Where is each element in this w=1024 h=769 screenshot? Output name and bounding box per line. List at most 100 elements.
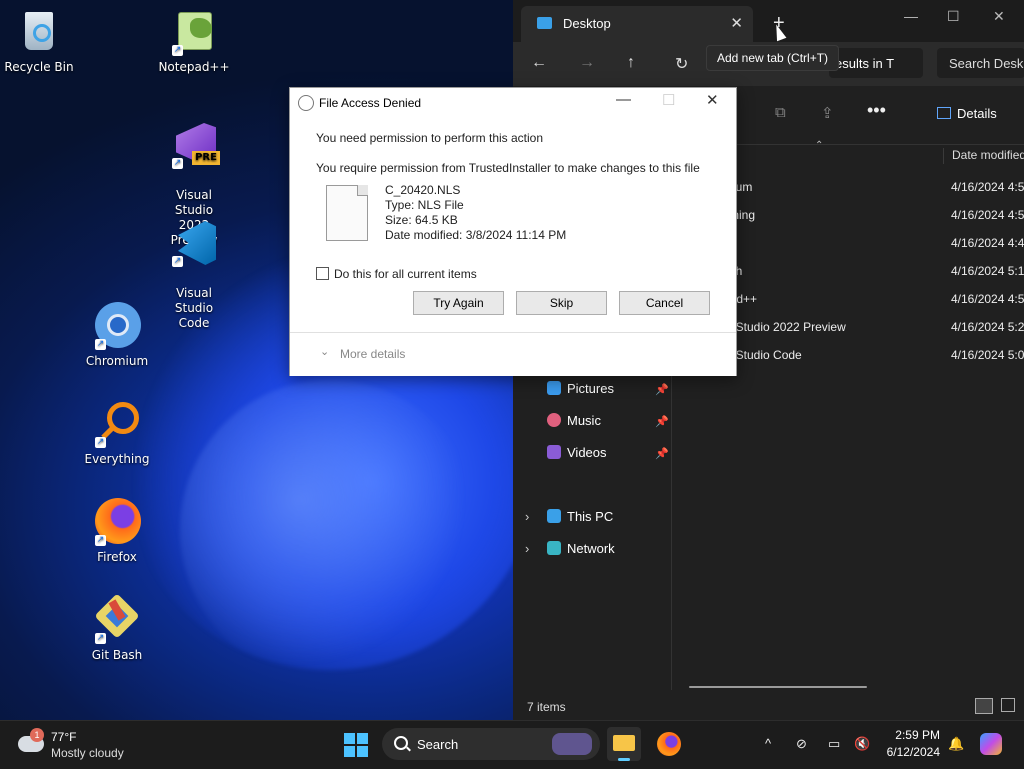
forward-arrow-icon[interactable]: → — [579, 54, 595, 72]
chromium-icon: ↗ — [93, 302, 141, 350]
apply-all-checkbox[interactable] — [316, 267, 329, 280]
details-view-icon[interactable] — [975, 698, 993, 714]
cancel-button[interactable]: Cancel — [619, 291, 710, 315]
shortcut-arrow-icon: ↗ — [95, 633, 106, 644]
start-button[interactable] — [344, 733, 368, 757]
nav-item-label: Pictures — [567, 381, 614, 396]
close-tab-icon[interactable]: ✕ — [730, 14, 743, 32]
share-icon[interactable]: ⇪ — [821, 104, 834, 122]
nav-item-label: This PC — [567, 509, 614, 524]
details-button[interactable]: Details — [937, 106, 997, 121]
desktop-icon-label: Visual Studio Code — [174, 286, 214, 330]
file-row-date: 4/16/2024 4:4 — [951, 236, 1024, 250]
expand-chevron-icon[interactable]: › — [525, 509, 529, 524]
network-disconnected-icon[interactable]: ⊘ — [796, 736, 807, 752]
firefox-icon: ↗ — [93, 498, 141, 546]
details-label: Details — [957, 106, 997, 121]
checkbox-label[interactable]: Do this for all current items — [334, 267, 477, 281]
notification-bell-icon[interactable]: 🔔 — [948, 736, 964, 752]
pin-icon[interactable]: 📌 — [655, 415, 669, 428]
desktop-icon-label: Everything — [84, 452, 150, 466]
nav-item-this-pc[interactable]: This PC — [547, 509, 613, 524]
desktop-icon-notepadpp[interactable]: ↗ Notepad++ — [156, 8, 232, 74]
expand-chevron-icon[interactable]: › — [525, 541, 529, 556]
desktop-icon-vscode[interactable]: ↗ Visual Studio Code — [156, 204, 232, 331]
this-pc-icon — [547, 509, 561, 523]
nav-item-videos[interactable]: Videos — [547, 445, 607, 460]
more-options-icon[interactable]: ••• — [867, 100, 886, 121]
file-row-name[interactable]: al Studio 2022 Preview — [723, 320, 846, 334]
desktop-icon-recycle-bin[interactable]: Recycle Bin — [1, 8, 77, 74]
desktop-icon-label: Firefox — [97, 550, 137, 564]
display-icon[interactable]: ▭ — [828, 736, 840, 752]
rename-icon[interactable]: ⧉ — [775, 104, 786, 121]
network-icon — [547, 541, 561, 555]
refresh-icon[interactable]: ↻ — [675, 54, 688, 74]
search-box[interactable]: Search Desk — [937, 48, 1024, 78]
active-indicator — [618, 758, 630, 761]
nav-item-pictures[interactable]: Pictures — [547, 381, 614, 396]
desktop-icon-git-bash[interactable]: ↗ Git Bash — [79, 593, 155, 662]
skip-button[interactable]: Skip — [516, 291, 607, 315]
start-logo-tile — [344, 746, 355, 757]
taskbar-firefox[interactable] — [652, 727, 686, 761]
copilot-icon[interactable] — [980, 733, 1002, 755]
show-hidden-icons-chevron-icon[interactable]: ^ — [765, 736, 771, 751]
column-header-date[interactable]: Date modified — [943, 148, 1024, 164]
desktop-icon-label: Git Bash — [91, 648, 143, 662]
desktop-icon-everything[interactable]: ↗ Everything — [79, 400, 155, 466]
git-bash-icon: ↗ — [93, 593, 141, 644]
search-label: Search — [417, 737, 459, 752]
nav-item-label: Videos — [567, 445, 607, 460]
shortcut-arrow-icon: ↗ — [95, 339, 106, 350]
nav-item-network[interactable]: Network — [547, 541, 615, 556]
start-logo-tile — [357, 746, 368, 757]
status-bar: 7 items — [513, 694, 1024, 720]
file-row-date: 4/16/2024 5:0 — [951, 348, 1024, 362]
minimize-icon[interactable]: — — [616, 91, 631, 108]
clock-date[interactable]: 6/12/2024 — [876, 745, 940, 759]
clock-time[interactable]: 2:59 PM — [884, 728, 940, 742]
file-type: Type: NLS File — [385, 198, 464, 212]
file-row-date: 4/16/2024 4:5 — [951, 180, 1024, 194]
sort-caret-icon: ⌃ — [815, 140, 824, 151]
nav-item-label: Network — [567, 541, 615, 556]
volume-muted-icon[interactable]: 🔇 — [854, 736, 870, 752]
file-row-date: 4/16/2024 5:1 — [951, 264, 1024, 278]
visual-studio-icon: PRE ↗ — [170, 121, 220, 169]
address-bar[interactable]: esults in T — [829, 48, 923, 78]
weather-temp: 77°F — [51, 730, 77, 744]
notepadpp-icon: ↗ — [170, 8, 218, 56]
maximize-icon[interactable]: ☐ — [662, 91, 675, 109]
shortcut-arrow-icon: ↗ — [172, 45, 183, 56]
more-details-row[interactable]: ⌄ More details — [290, 332, 736, 376]
minimize-icon[interactable]: — — [904, 8, 918, 24]
up-arrow-icon[interactable]: ↑ — [627, 54, 635, 72]
pin-icon[interactable]: 📌 — [655, 447, 669, 460]
tab-title: Desktop — [563, 16, 611, 31]
nav-item-music[interactable]: Music — [547, 413, 601, 428]
back-arrow-icon[interactable]: ← — [531, 54, 547, 72]
taskbar-file-explorer[interactable] — [607, 727, 641, 761]
close-window-icon[interactable]: ✕ — [993, 8, 1005, 25]
tiles-view-icon[interactable] — [1001, 698, 1015, 712]
desktop-icon-chromium[interactable]: ↗ Chromium — [79, 302, 155, 368]
try-again-button[interactable]: Try Again — [413, 291, 504, 315]
tab-desktop[interactable]: Desktop ✕ — [521, 6, 753, 42]
desktop-icon-label: Notepad++ — [158, 60, 230, 74]
dialog-heading: You need permission to perform this acti… — [316, 131, 544, 145]
chevron-down-icon: ⌄ — [320, 346, 330, 358]
pin-icon[interactable]: 📌 — [655, 383, 669, 396]
close-dialog-icon[interactable]: ✕ — [706, 91, 719, 109]
taskbar-search[interactable]: Search — [382, 728, 600, 760]
dialog-title-bar: File Access Denied — ☐ ✕ — [290, 88, 736, 118]
search-icon — [394, 736, 408, 750]
maximize-icon[interactable]: ☐ — [947, 8, 960, 25]
file-access-denied-dialog: File Access Denied — ☐ ✕ You need permis… — [289, 87, 737, 376]
dialog-message: You require permission from TrustedInsta… — [316, 161, 700, 175]
horizontal-scrollbar[interactable] — [689, 686, 867, 688]
file-modified: Date modified: 3/8/2024 11:14 PM — [385, 228, 567, 242]
shortcut-arrow-icon: ↗ — [95, 535, 106, 546]
weather-condition: Mostly cloudy — [51, 746, 124, 760]
desktop-icon-firefox[interactable]: ↗ Firefox — [79, 498, 155, 564]
